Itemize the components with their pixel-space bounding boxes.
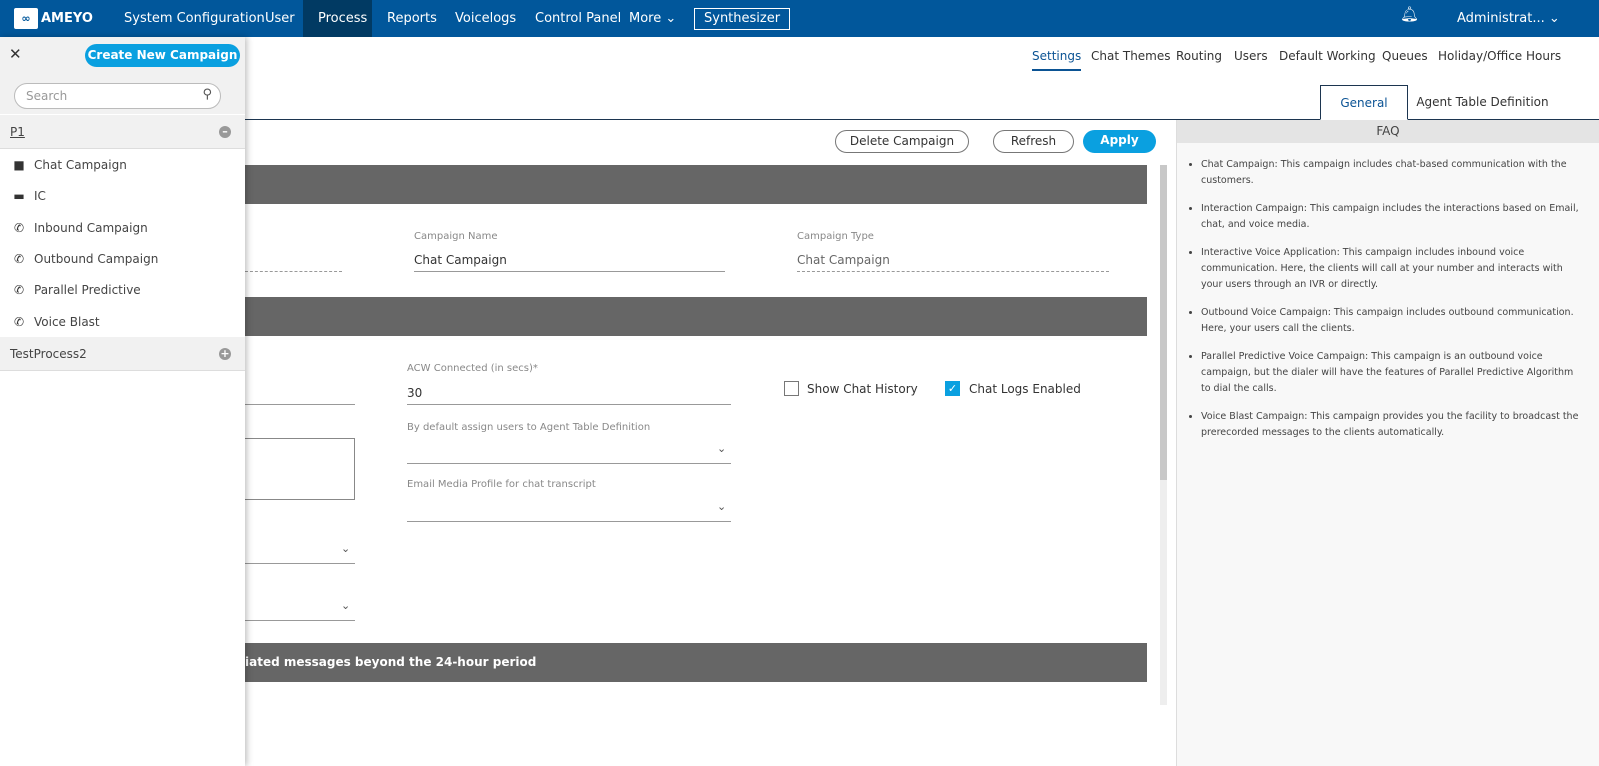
- close-icon[interactable]: ✕: [9, 45, 22, 63]
- acw-input[interactable]: 30: [407, 386, 422, 400]
- sidebar-item-ic[interactable]: ▬ IC: [0, 180, 245, 211]
- expand-icon[interactable]: +: [219, 348, 231, 360]
- section-header: [245, 165, 1147, 204]
- apply-button[interactable]: Apply: [1083, 130, 1156, 153]
- faq-item: Voice Blast Campaign: This campaign prov…: [1201, 409, 1579, 441]
- field-underline: [245, 271, 342, 272]
- chevron-down-icon[interactable]: ⌄: [717, 500, 726, 513]
- faq-title: FAQ: [1177, 120, 1599, 143]
- user-menu[interactable]: Administrat... ⌄: [1442, 0, 1575, 37]
- collapse-icon[interactable]: –: [219, 126, 231, 138]
- tab-agent-table-definition[interactable]: Agent Table Definition: [1410, 85, 1555, 120]
- faq-item: Interaction Campaign: This campaign incl…: [1201, 201, 1579, 233]
- refresh-button[interactable]: Refresh: [993, 130, 1074, 153]
- chevron-down-icon: ⌄: [665, 11, 677, 26]
- select-underline[interactable]: [245, 620, 355, 621]
- inbound-call-icon: ✆: [13, 220, 25, 235]
- field-underline: [407, 404, 731, 405]
- create-new-campaign-button[interactable]: Create New Campaign: [85, 44, 240, 67]
- nav-process[interactable]: Process: [303, 0, 372, 37]
- show-chat-history-checkbox[interactable]: [784, 381, 799, 396]
- subnav-users[interactable]: Users: [1234, 49, 1268, 63]
- campaign-sidebar: ✕ Create New Campaign Search ⚲ P1– ■ Chat…: [0, 37, 245, 766]
- section-header: iated messages beyond the 24-hour period: [245, 643, 1147, 682]
- atd-select[interactable]: [407, 463, 731, 464]
- synthesizer-button[interactable]: Synthesizer: [694, 8, 791, 30]
- subnav-default-working[interactable]: Default Working: [1279, 49, 1376, 63]
- email-profile-label: Email Media Profile for chat transcript: [407, 479, 596, 490]
- campaign-type-label: Campaign Type: [797, 231, 874, 242]
- ameyo-logo[interactable]: ∞ AMEYO: [14, 8, 93, 29]
- scrollbar-thumb[interactable]: [1160, 165, 1167, 480]
- group-p1[interactable]: P1–: [0, 115, 245, 149]
- top-nav: ∞ AMEYO System Configuration User Process…: [0, 0, 1599, 37]
- nav-user[interactable]: User: [250, 0, 310, 37]
- textarea[interactable]: [245, 438, 355, 500]
- faq-item: Outbound Voice Campaign: This campaign i…: [1201, 305, 1579, 337]
- scrollbar[interactable]: [1160, 165, 1167, 705]
- chevron-down-icon[interactable]: ⌄: [341, 542, 350, 555]
- search-input[interactable]: Search ⚲: [14, 83, 221, 109]
- search-placeholder: Search: [26, 89, 68, 103]
- nav-voicelogs[interactable]: Voicelogs: [440, 0, 531, 37]
- section-header: [245, 297, 1147, 336]
- field-underline: [414, 271, 725, 272]
- email-profile-select[interactable]: [407, 521, 731, 522]
- chat-logs-enabled-checkbox[interactable]: ✓: [945, 381, 960, 396]
- campaign-type-value: Chat Campaign: [797, 253, 890, 267]
- chat-icon: ■: [13, 157, 25, 172]
- subnav-chat-themes[interactable]: Chat Themes: [1091, 49, 1171, 63]
- chevron-down-icon[interactable]: ⌄: [717, 442, 726, 455]
- bell-icon[interactable]: 🔔︎: [1400, 5, 1419, 23]
- check-icon: ✓: [947, 382, 958, 395]
- group-testprocess2[interactable]: TestProcess2 +: [0, 337, 245, 371]
- acw-label: ACW Connected (in secs)*: [407, 363, 538, 374]
- ticket-icon: ▬: [13, 188, 25, 203]
- logo-icon: ∞: [14, 8, 38, 29]
- faq-item: Chat Campaign: This campaign includes ch…: [1201, 157, 1579, 189]
- sidebar-item-inbound-campaign[interactable]: ✆ Inbound Campaign: [0, 212, 245, 243]
- subnav-settings[interactable]: Settings: [1032, 49, 1082, 71]
- subnav-routing[interactable]: Routing: [1176, 49, 1222, 63]
- delete-campaign-button[interactable]: Delete Campaign: [835, 130, 969, 153]
- atd-label: By default assign users to Agent Table D…: [407, 422, 651, 433]
- sidebar-item-parallel-predictive[interactable]: ✆ Parallel Predictive: [0, 274, 245, 305]
- faq-panel: FAQ Chat Campaign: This campaign include…: [1176, 120, 1599, 766]
- parallel-call-icon: ✆: [13, 282, 25, 297]
- field-underline: [797, 271, 1109, 272]
- chat-logs-enabled-label: Chat Logs Enabled: [969, 382, 1081, 396]
- subnav-queues[interactable]: Queues: [1382, 49, 1428, 63]
- sidebar-item-outbound-campaign[interactable]: ✆ Outbound Campaign: [0, 243, 245, 274]
- faq-list: Chat Campaign: This campaign includes ch…: [1177, 143, 1599, 441]
- show-chat-history-label: Show Chat History: [807, 382, 918, 396]
- subnav-holiday-office-hours[interactable]: Holiday/Office Hours: [1438, 49, 1561, 63]
- campaign-name-input[interactable]: Chat Campaign: [414, 253, 507, 267]
- faq-item: Interactive Voice Application: This camp…: [1201, 245, 1579, 293]
- chevron-down-icon: ⌄: [1548, 11, 1560, 26]
- voice-blast-icon: ✆: [13, 314, 25, 329]
- campaign-name-label: Campaign Name: [414, 231, 498, 242]
- faq-item: Parallel Predictive Voice Campaign: This…: [1201, 349, 1579, 397]
- search-icon[interactable]: ⚲: [202, 87, 212, 102]
- sidebar-item-voice-blast[interactable]: ✆ Voice Blast: [0, 306, 245, 337]
- sidebar-item-chat-campaign[interactable]: ■ Chat Campaign: [0, 149, 245, 180]
- tab-general[interactable]: General: [1320, 85, 1408, 120]
- outbound-call-icon: ✆: [13, 251, 25, 266]
- select-underline[interactable]: [245, 563, 355, 564]
- chevron-down-icon[interactable]: ⌄: [341, 599, 350, 612]
- nav-more[interactable]: More ⌄: [614, 0, 691, 37]
- input-underline[interactable]: [245, 404, 355, 405]
